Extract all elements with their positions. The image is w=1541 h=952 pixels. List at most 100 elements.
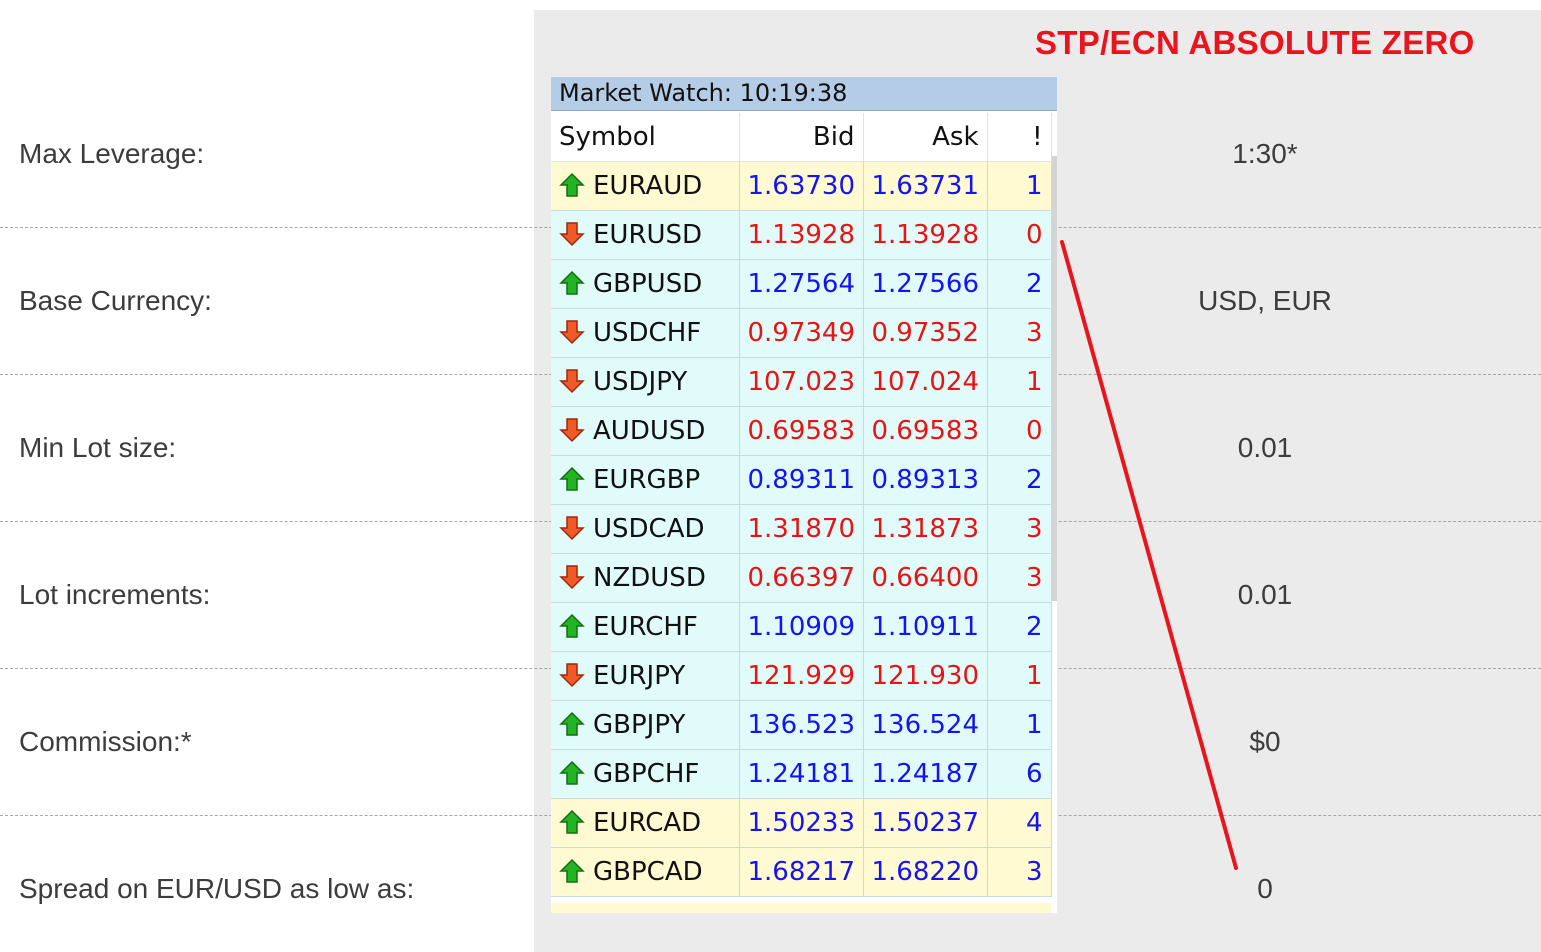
quote-bid: 1.27564 [739,259,864,309]
quote-spread: 3 [987,847,1052,897]
quote-symbol-cell[interactable]: EURJPY [551,651,740,701]
quote-symbol: AUDUSD [593,416,706,446]
red-down-arrow-icon [559,221,585,247]
red-down-arrow-icon [559,662,585,688]
quote-symbol-cell[interactable]: USDCAD [551,504,740,554]
quote-ask: 1.68220 [863,847,988,897]
quote-spread: 1 [987,651,1052,701]
red-down-arrow-icon [559,515,585,541]
quote-spread: 3 [987,308,1052,358]
lot-increments-label: Lot increments: [19,579,211,610]
quote-row[interactable]: GBPJPY 136.523 136.524 1 [551,700,1052,750]
quote-spread: 1 [987,700,1052,750]
quote-symbol-cell[interactable]: EURCAD [551,798,740,848]
spread-value: 0 [1257,873,1273,904]
ask-column-header[interactable]: Ask [863,113,988,162]
quote-ask: 0.69583 [863,406,988,456]
quote-bid: 0.69583 [739,406,864,456]
quote-symbol-cell[interactable]: AUDUSD [551,406,740,456]
quote-symbol: USDJPY [593,367,688,397]
green-up-arrow-icon [559,760,585,786]
commission-label: Commission:* [19,726,192,757]
quote-row[interactable]: NZDUSD 0.66397 0.66400 3 [551,553,1052,603]
quote-symbol: EURUSD [593,220,703,250]
quote-symbol: GBPCAD [593,857,703,887]
quote-ask: 1.13928 [863,210,988,260]
green-up-arrow-icon [559,613,585,639]
quote-symbol: EURCHF [593,612,698,642]
quote-symbol-cell[interactable]: EURGBP [551,455,740,505]
quote-row[interactable]: EURAUD 1.63730 1.63731 1 [551,161,1052,211]
quote-symbol: EURGBP [593,465,701,495]
quote-row[interactable]: EURJPY 121.929 121.930 1 [551,651,1052,701]
quote-bid: 107.023 [739,357,864,407]
quote-spread: 1 [987,161,1052,211]
market-watch-title: Market Watch: 10:19:38 [551,77,1057,111]
bid-column-header[interactable]: Bid [739,113,864,162]
min-lot-size-label: Min Lot size: [19,432,177,463]
green-up-arrow-icon [559,858,585,884]
symbol-column-header[interactable]: Symbol [551,113,740,162]
quote-symbol-cell[interactable]: GBPJPY [551,700,740,750]
quote-symbol-cell[interactable]: USDJPY [551,357,740,407]
quote-symbol: GBPCHF [593,759,700,789]
quote-bid: 1.24181 [739,749,864,799]
quote-ask: 1.10911 [863,602,988,652]
quote-symbol: EURJPY [593,661,686,691]
quote-row[interactable]: EURUSD 1.13928 1.13928 0 [551,210,1052,260]
quote-symbol-cell[interactable]: GBPCHF [551,749,740,799]
base-currency-label: Base Currency: [19,285,212,316]
quote-row[interactable]: GBPUSD 1.27564 1.27566 2 [551,259,1052,309]
quote-symbol-cell[interactable]: USDCHF [551,308,740,358]
quote-bid: 136.523 [739,700,864,750]
quote-row[interactable]: USDJPY 107.023 107.024 1 [551,357,1052,407]
quote-row[interactable]: EURGBP 0.89311 0.89313 2 [551,455,1052,505]
green-up-arrow-icon [559,466,585,492]
quote-row[interactable]: GBPCHF 1.24181 1.24187 6 [551,749,1052,799]
green-up-arrow-icon [559,711,585,737]
quote-ask: 1.27566 [863,259,988,309]
market-watch-scrollbar[interactable] [1052,156,1057,601]
quote-ask: 1.31873 [863,504,988,554]
quotes-header-row: Symbol Bid Ask ! [551,113,1052,162]
quote-symbol: USDCHF [593,318,702,348]
quote-bid: 1.50233 [739,798,864,848]
quote-spread: 3 [987,553,1052,603]
lot-increments-value: 0.01 [1237,579,1293,610]
red-down-arrow-icon [559,417,585,443]
green-up-arrow-icon [559,172,585,198]
quote-symbol: NZDUSD [593,563,706,593]
commission-value: $0 [1249,726,1281,757]
quote-row[interactable]: GBPCAD 1.68217 1.68220 3 [551,847,1052,897]
quote-symbol: USDCAD [593,514,705,544]
quote-bid: 0.97349 [739,308,864,358]
quote-symbol: EURAUD [593,171,703,201]
quote-row[interactable]: USDCAD 1.31870 1.31873 3 [551,504,1052,554]
quote-symbol-cell[interactable]: EURAUD [551,161,740,211]
quote-bid: 0.89311 [739,455,864,505]
quote-symbol-cell[interactable]: GBPCAD [551,847,740,897]
quote-spread: 6 [987,749,1052,799]
quote-row[interactable]: AUDUSD 0.69583 0.69583 0 [551,406,1052,456]
quote-symbol-cell[interactable]: GBPUSD [551,259,740,309]
quote-spread: 2 [987,259,1052,309]
quote-bid: 1.10909 [739,602,864,652]
spread-column-header[interactable]: ! [987,113,1052,162]
green-up-arrow-icon [559,809,585,835]
quote-ask: 0.89313 [863,455,988,505]
quote-ask: 1.50237 [863,798,988,848]
quote-row[interactable]: EURCHF 1.10909 1.10911 2 [551,602,1052,652]
quote-row[interactable]: EURCAD 1.50233 1.50237 4 [551,798,1052,848]
red-down-arrow-icon [559,564,585,590]
quote-ask: 0.66400 [863,553,988,603]
quote-row[interactable]: USDCHF 0.97349 0.97352 3 [551,308,1052,358]
quote-symbol-cell[interactable]: EURUSD [551,210,740,260]
market-watch-window: Market Watch: 10:19:38 Symbol Bid Ask ! … [551,77,1057,913]
quote-symbol-cell[interactable]: NZDUSD [551,553,740,603]
quote-symbol-cell[interactable]: EURCHF [551,602,740,652]
green-up-arrow-icon [559,270,585,296]
quote-spread: 0 [987,210,1052,260]
min-lot-size-value: 0.01 [1237,432,1293,463]
quote-spread: 0 [987,406,1052,456]
quote-symbol: GBPJPY [593,710,686,740]
